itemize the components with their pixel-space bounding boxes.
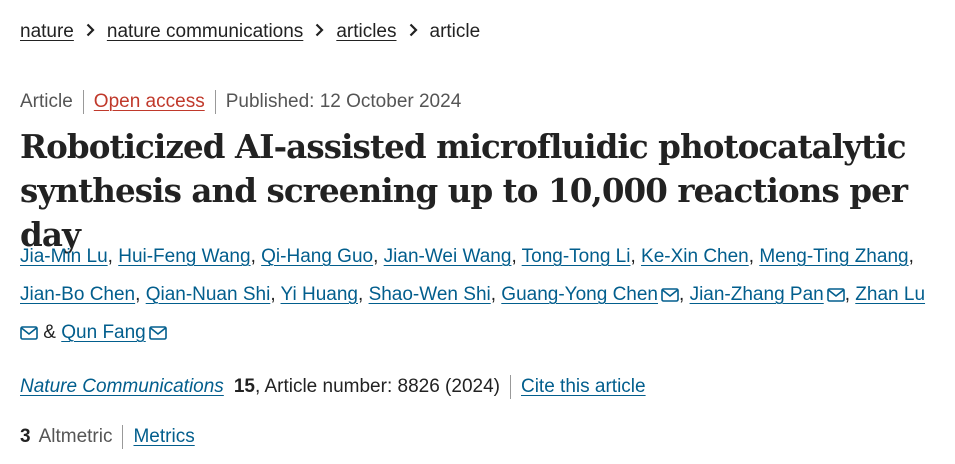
author-link[interactable]: Shao-Wen Shi (369, 284, 491, 305)
author-separator: , (908, 246, 914, 267)
metrics-bar: 3 Altmetric Metrics (20, 425, 195, 449)
journal-name-link[interactable]: Nature Communications (20, 376, 224, 398)
author-link[interactable]: Qian-Nuan Shi (146, 284, 271, 305)
metrics-link[interactable]: Metrics (133, 426, 194, 448)
author-link[interactable]: Jian-Bo Chen (20, 284, 135, 305)
author-link[interactable]: Guang-Yong Chen (501, 284, 658, 305)
divider (82, 90, 84, 114)
author-separator: , (250, 246, 256, 267)
article-number: , Article number: 8826 (2024) (254, 376, 500, 397)
breadcrumb-current: article (429, 21, 481, 42)
author-link[interactable]: Zhan Lu (855, 284, 925, 305)
cite-this-article-link[interactable]: Cite this article (521, 376, 646, 398)
author-link[interactable]: Qi-Hang Guo (261, 246, 373, 267)
journal-info: Nature Communications 15 , Article numbe… (20, 375, 646, 399)
author-link[interactable]: Qun Fang (61, 322, 146, 343)
divider (509, 375, 511, 399)
chevron-right-icon (315, 23, 324, 42)
journal-volume: 15 (233, 376, 255, 397)
author-link[interactable]: Hui-Feng Wang (118, 246, 250, 267)
author-separator: , (373, 246, 379, 267)
author-link[interactable]: Yi Huang (281, 284, 358, 305)
author-link[interactable]: Meng-Ting Zhang (759, 246, 908, 267)
breadcrumb-nature[interactable]: nature (20, 21, 74, 43)
author-separator: , (679, 284, 685, 305)
altmetric-label: Altmetric (38, 426, 113, 447)
article-header: nature nature communications articles ar… (0, 0, 955, 464)
author-and: & (43, 322, 56, 343)
article-type: Article (20, 91, 73, 112)
author-separator: , (135, 284, 141, 305)
author-separator: , (748, 246, 755, 267)
author-link[interactable]: Jia-Min Lu (20, 246, 108, 267)
author-link[interactable]: Jian-Zhang Pan (690, 284, 824, 305)
author-separator: , (270, 284, 276, 305)
breadcrumb-nature-communications[interactable]: nature communications (107, 21, 303, 43)
altmetric-score: 3 (20, 426, 31, 447)
published-date: Published: 12 October 2024 (225, 91, 462, 112)
author-separator: , (511, 246, 517, 267)
breadcrumb: nature nature communications articles ar… (20, 21, 480, 43)
mail-icon[interactable] (148, 326, 167, 340)
breadcrumb-articles[interactable]: articles (336, 21, 396, 43)
mail-icon[interactable] (661, 288, 679, 302)
mail-icon[interactable] (20, 326, 38, 340)
author-link[interactable]: Jian-Wei Wang (384, 246, 512, 267)
article-meta: Article Open access Published: 12 Octobe… (20, 90, 461, 114)
author-separator: , (844, 284, 851, 305)
divider (122, 425, 124, 449)
mail-icon[interactable] (826, 288, 845, 302)
divider (214, 90, 216, 114)
author-link[interactable]: Tong-Tong Li (522, 246, 631, 267)
author-separator: , (107, 246, 113, 267)
open-access-link[interactable]: Open access (94, 91, 205, 113)
chevron-right-icon (86, 23, 95, 42)
author-link[interactable]: Ke-Xin Chen (641, 246, 749, 267)
author-separator: , (490, 284, 497, 305)
author-separator: , (358, 284, 364, 305)
author-separator: , (630, 246, 636, 267)
chevron-right-icon (409, 23, 418, 42)
author-list: Jia-Min Lu, Hui-Feng Wang, Qi-Hang Guo, … (20, 238, 940, 352)
